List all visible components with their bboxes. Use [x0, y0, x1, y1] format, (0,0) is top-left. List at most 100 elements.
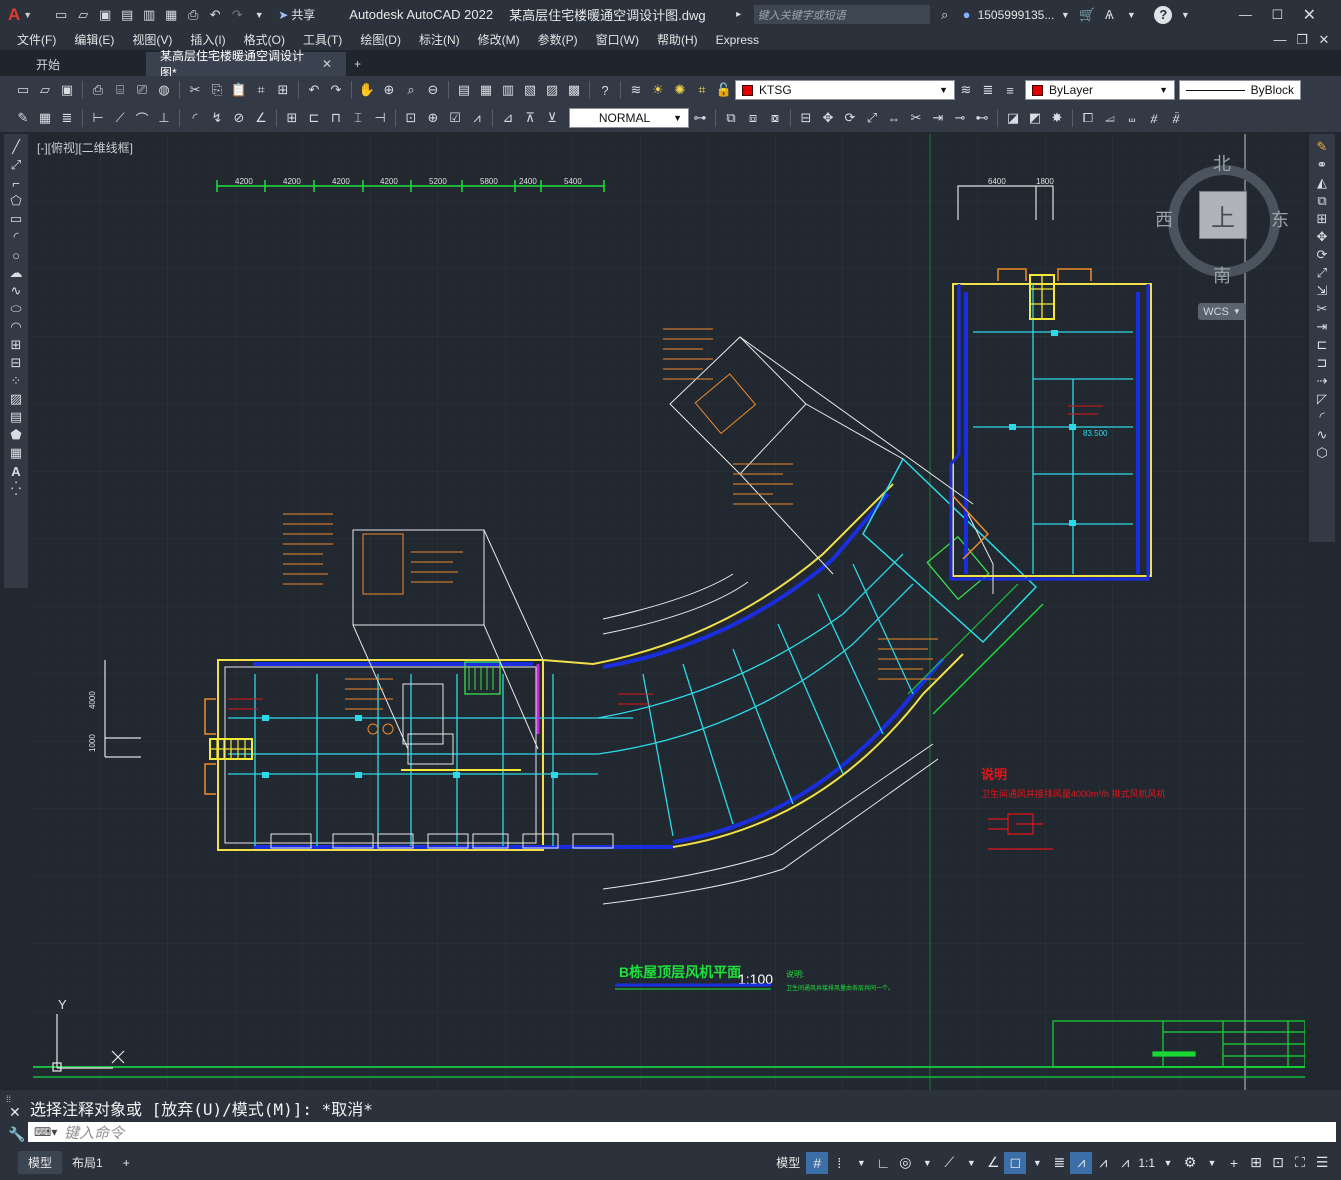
osnap-dropdown-icon[interactable]: ▼ [1026, 1152, 1048, 1174]
doc-restore-icon[interactable]: ❐ [1293, 31, 1311, 49]
design-center-icon[interactable]: ▦ [477, 81, 495, 99]
dim-aligned-icon[interactable]: ⟋ [111, 109, 129, 127]
drawing-canvas[interactable]: 4200 4200 4200 4200 5200 5800 2400 5400 … [33, 134, 1305, 1090]
trim-object-icon[interactable]: ✂ [1313, 300, 1331, 318]
polar-icon[interactable]: ◎ [894, 1152, 916, 1174]
close-icon[interactable]: ✕ [1300, 6, 1318, 24]
maximize-icon[interactable]: ☐ [1268, 6, 1286, 24]
line-icon[interactable]: ╱ [7, 138, 25, 156]
lineweight-icon[interactable]: ≣ [1048, 1152, 1070, 1174]
ellipse-arc-icon[interactable]: ◠ [7, 318, 25, 336]
explode-icon[interactable]: ✸ [1048, 109, 1066, 127]
matchprop-icon[interactable]: ⌗ [252, 81, 270, 99]
new-tab-button[interactable]: + [346, 52, 369, 76]
inspect-icon[interactable]: ☑ [446, 109, 464, 127]
break-point-icon[interactable]: ⊏ [1313, 336, 1331, 354]
app-menu-button[interactable]: A ▼ [8, 5, 32, 25]
pan-icon[interactable]: ✋ [358, 81, 376, 99]
zoom-previous-icon[interactable]: ⊖ [424, 81, 442, 99]
search-expand-icon[interactable]: ▸ [730, 6, 748, 24]
tab-close-icon[interactable]: ✕ [322, 57, 332, 71]
erase-icon[interactable]: ✎ [1313, 138, 1331, 156]
share-button[interactable]: ➤ 共享 [278, 6, 315, 23]
menu-view[interactable]: 视图(V) [123, 31, 181, 48]
doc-close-icon[interactable]: ✕ [1315, 31, 1333, 49]
snap-icon[interactable]: ⁞ [828, 1152, 850, 1174]
tab-model[interactable]: 模型 [18, 1151, 63, 1174]
menu-insert[interactable]: 插入(I) [181, 31, 234, 48]
polygon-icon[interactable]: ⬠ [7, 192, 25, 210]
menu-window[interactable]: 窗口(W) [587, 31, 648, 48]
scale-icon[interactable]: ⤢ [1313, 264, 1331, 282]
menu-format[interactable]: 格式(O) [235, 31, 294, 48]
qnew-icon[interactable]: ▭ [14, 81, 32, 99]
undo-tool-icon[interactable]: ↶ [305, 81, 323, 99]
open-icon[interactable]: ▱ [74, 6, 92, 24]
open-file-icon[interactable]: ▱ [36, 81, 54, 99]
linetype-dropdown[interactable]: ByBlock [1179, 80, 1301, 100]
arc-icon[interactable]: ◜ [7, 228, 25, 246]
menu-express[interactable]: Express [707, 33, 768, 47]
dim-break-icon[interactable]: ⊣ [371, 109, 389, 127]
plot-icon[interactable]: ⎙ [184, 6, 202, 24]
copy-object-icon[interactable]: ⚭ [1313, 156, 1331, 174]
compass-south[interactable]: 南 [1213, 262, 1231, 288]
model-space-button[interactable]: 模型 [776, 1154, 800, 1171]
blend-icon[interactable]: ∿ [1313, 426, 1331, 444]
object-track-icon[interactable]: ∠ [982, 1152, 1004, 1174]
zoom-realtime-icon[interactable]: ⊕ [380, 81, 398, 99]
copy-tool-icon[interactable]: ⧉ [722, 109, 740, 127]
menu-help[interactable]: 帮助(H) [648, 31, 707, 48]
join-icon[interactable]: ⊷ [973, 109, 991, 127]
rotate-tool-icon[interactable]: ⟳ [841, 109, 859, 127]
wcs-menu[interactable]: WCS ▼ [1198, 303, 1246, 320]
save-file-icon[interactable]: ▣ [58, 81, 76, 99]
region-icon[interactable]: ⬟ [7, 426, 25, 444]
viewport-controls[interactable]: [-][俯视][二维线框] [37, 139, 133, 156]
workspace-gear-icon[interactable]: ⚙ [1179, 1152, 1201, 1174]
dim-ordinate-icon[interactable]: ⊥ [155, 109, 173, 127]
dim-update-icon[interactable]: ⊻ [543, 109, 561, 127]
extend-icon[interactable]: ⇥ [929, 109, 947, 127]
cut-icon[interactable]: ✂ [186, 81, 204, 99]
make-current-icon[interactable]: ≋ [957, 81, 975, 99]
menu-tools[interactable]: 工具(T) [294, 31, 351, 48]
workspace-dropdown-icon[interactable]: ▼ [1201, 1152, 1223, 1174]
color-dropdown[interactable]: ByLayer ▼ [1025, 80, 1175, 100]
hatch-back-icon[interactable]: ⧤ [1167, 109, 1185, 127]
connect-dropdown-icon[interactable]: ▼ [1122, 6, 1140, 24]
chamfer-object-icon[interactable]: ◸ [1313, 390, 1331, 408]
layer-state-icon[interactable]: ≡ [1001, 81, 1019, 99]
dim-angular-icon[interactable]: ∠ [252, 109, 270, 127]
block-editor-icon[interactable]: ⊞ [274, 81, 292, 99]
menu-file[interactable]: 文件(F) [8, 31, 65, 48]
dim-diameter-icon[interactable]: ⊘ [230, 109, 248, 127]
compass-east[interactable]: 东 [1271, 206, 1289, 232]
calculator-icon[interactable]: ▩ [565, 81, 583, 99]
mirror-icon[interactable]: ⧈ [744, 109, 762, 127]
viewcube-top-face[interactable]: 上 [1199, 191, 1247, 239]
layer-properties-icon[interactable]: ≋ [627, 81, 645, 99]
polar-dropdown-icon[interactable]: ▼ [916, 1152, 938, 1174]
circle-icon[interactable]: ○ [7, 246, 25, 264]
draw-order-icon[interactable]: ⧠ [1079, 109, 1097, 127]
break-icon[interactable]: ⊸ [951, 109, 969, 127]
add-selected-icon[interactable]: ⁛ [7, 480, 25, 498]
units-icon[interactable]: ⊞ [1245, 1152, 1267, 1174]
ortho-icon[interactable]: ∟ [872, 1152, 894, 1174]
sun-icon[interactable]: ✺ [671, 81, 689, 99]
menu-modify[interactable]: 修改(M) [469, 31, 529, 48]
command-prompt-icon[interactable]: ⌨▾ [34, 1125, 57, 1139]
menu-draw[interactable]: 绘图(D) [351, 31, 410, 48]
rectangle-icon[interactable]: ▭ [7, 210, 25, 228]
paste-icon[interactable]: 📋 [230, 81, 248, 99]
fillet-object-icon[interactable]: ◜ [1313, 408, 1331, 426]
customize-menu-icon[interactable]: ☰ [1311, 1152, 1333, 1174]
quick-dim-icon[interactable]: ⊞ [283, 109, 301, 127]
gradient-icon[interactable]: ▤ [7, 408, 25, 426]
menu-edit[interactable]: 编辑(E) [65, 31, 123, 48]
user-dropdown-icon[interactable]: ▼ [1056, 6, 1074, 24]
command-customize-icon[interactable]: 🔧 [8, 1126, 25, 1143]
xline-icon[interactable]: ⤢ [7, 156, 25, 174]
send-back-icon[interactable]: ⧢ [1123, 109, 1141, 127]
